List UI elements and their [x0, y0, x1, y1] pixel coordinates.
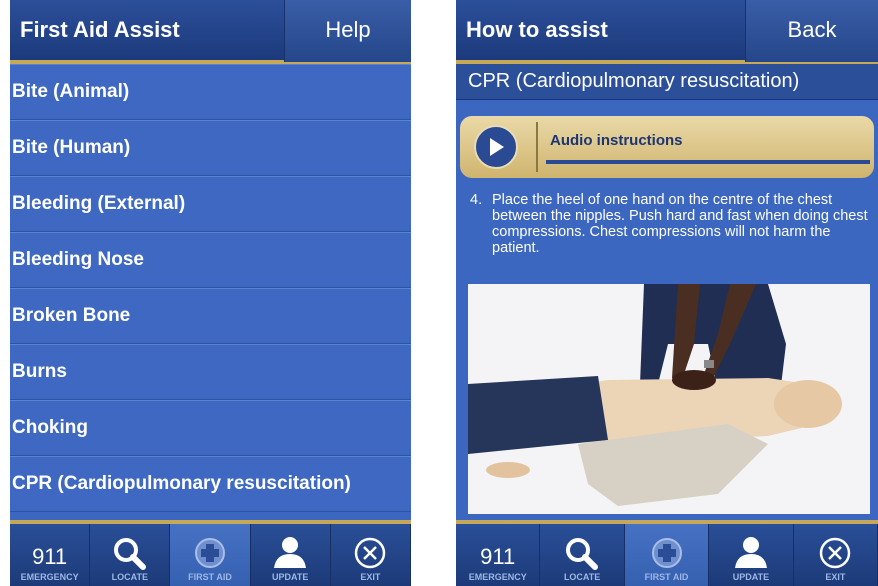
list-item-broken-bone[interactable]: Broken Bone: [10, 288, 411, 344]
magnifier-icon: [566, 538, 599, 570]
play-button[interactable]: [474, 125, 518, 169]
tab-locate[interactable]: LOCATE: [540, 524, 625, 586]
tab-label-emergency: EMERGENCY: [20, 572, 79, 582]
audio-progress-track[interactable]: [546, 160, 870, 164]
plus-circle-icon: [195, 538, 225, 568]
list-item-cpr[interactable]: CPR (Cardiopulmonary resuscitation): [10, 456, 411, 512]
list-item-burns[interactable]: Burns: [10, 344, 411, 400]
list-item-bleeding-nose[interactable]: Bleeding Nose: [10, 232, 411, 288]
tab-label-first-aid: FIRST AID: [644, 572, 689, 582]
back-button[interactable]: Back: [745, 0, 878, 62]
app-header: First Aid Assist Help: [10, 0, 411, 64]
x-circle-icon: [355, 537, 386, 569]
tab-label-update: UPDATE: [732, 572, 770, 582]
detail-header: How to assist Back: [456, 0, 878, 64]
emergency-number: 911: [480, 544, 516, 569]
app-title: First Aid Assist: [20, 17, 180, 42]
audio-divider: [536, 122, 538, 172]
tab-locate[interactable]: LOCATE: [90, 524, 171, 586]
tab-label-locate: LOCATE: [111, 572, 148, 582]
cpr-photo-image: [468, 284, 870, 514]
detail-title: How to assist: [466, 17, 608, 42]
tab-emergency[interactable]: 911 EMERGENCY: [10, 524, 91, 586]
tab-update[interactable]: UPDATE: [250, 524, 331, 586]
first-aid-topic-list: Bite (Animal) Bite (Human) Bleeding (Ext…: [10, 64, 411, 512]
person-icon: [734, 537, 767, 568]
list-item-bite-human[interactable]: Bite (Human): [10, 120, 411, 176]
tab-label-locate: LOCATE: [563, 572, 601, 582]
list-item-bleeding-external[interactable]: Bleeding (External): [10, 176, 411, 232]
audio-label: Audio instructions: [550, 132, 683, 149]
tab-exit[interactable]: EXIT: [793, 524, 878, 586]
how-to-assist-screen: How to assist Back CPR (Cardiopulmonary …: [456, 0, 878, 586]
person-icon: [274, 537, 307, 568]
list-item-bite-animal[interactable]: Bite (Animal): [10, 64, 411, 120]
step-text: Place the heel of one hand on the centre…: [492, 192, 868, 256]
tab-label-update: UPDATE: [272, 572, 309, 582]
emergency-number: 911: [32, 544, 68, 569]
play-icon: [490, 138, 504, 156]
topic-subtitle: CPR (Cardiopulmonary resuscitation): [456, 64, 878, 100]
cpr-illustration: [468, 284, 870, 514]
list-item-choking[interactable]: Choking: [10, 400, 411, 456]
tab-label-exit: EXIT: [825, 572, 846, 582]
tab-update[interactable]: UPDATE: [709, 524, 794, 586]
first-aid-list-screen: First Aid Assist Help Bite (Animal) Bite…: [10, 0, 411, 586]
tab-exit[interactable]: EXIT: [330, 524, 411, 586]
step-number: 4.: [470, 192, 483, 208]
instruction-step: 4. Place the heel of one hand on the cen…: [470, 192, 874, 256]
tab-emergency[interactable]: 911 EMERGENCY: [456, 524, 541, 586]
bottom-tab-bar-detail: 911 EMERGENCY LOCATE FIRST AID UPDATE EX…: [456, 520, 878, 586]
help-button[interactable]: Help: [284, 0, 411, 62]
magnifier-icon: [113, 538, 146, 570]
tab-label-emergency: EMERGENCY: [468, 572, 527, 582]
bottom-tab-bar: 911 EMERGENCY LOCATE FIRST AID UPDATE EX…: [10, 520, 411, 586]
tab-first-aid[interactable]: FIRST AID: [624, 524, 710, 586]
tab-first-aid[interactable]: FIRST AID: [170, 524, 251, 586]
plus-circle-icon: [651, 538, 682, 568]
x-circle-icon: [820, 537, 851, 569]
tab-label-exit: EXIT: [360, 572, 381, 582]
audio-player: Audio instructions: [460, 116, 874, 178]
tab-label-first-aid: FIRST AID: [188, 572, 232, 582]
